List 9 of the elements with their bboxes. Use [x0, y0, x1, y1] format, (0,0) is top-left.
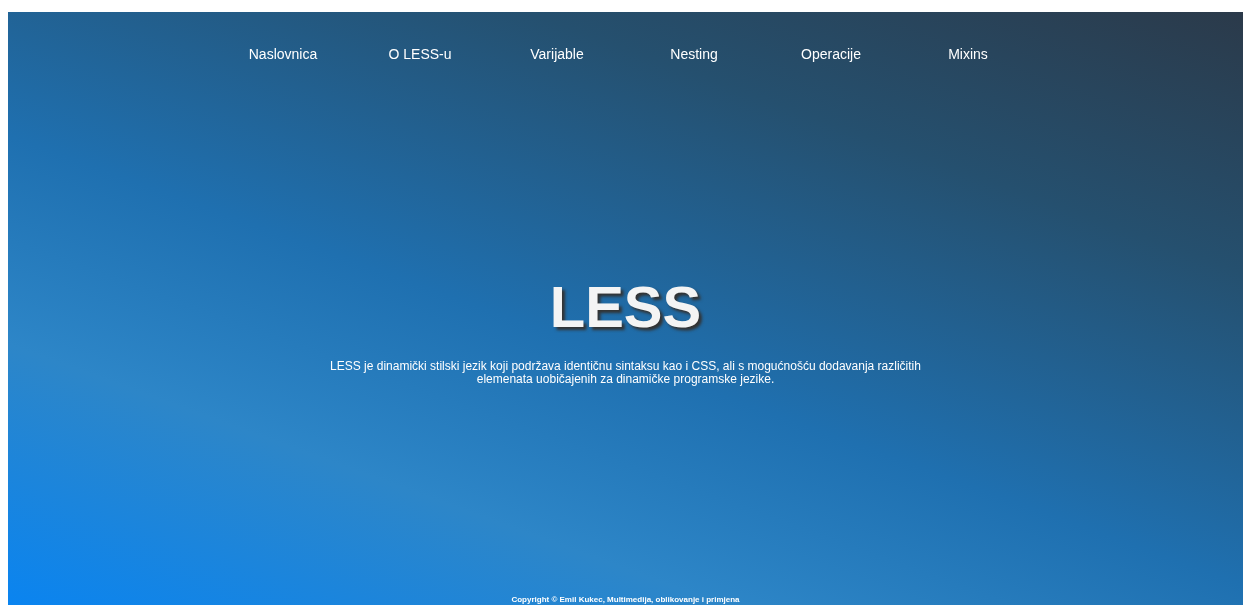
nav-link[interactable]: O LESS-u [351, 46, 489, 62]
nav-link[interactable]: Mixins [899, 46, 1037, 62]
nav-link[interactable]: Varijable [488, 46, 626, 62]
nav-link[interactable]: Naslovnica [214, 46, 352, 62]
copyright-text: Copyright © Emil Kukec, Multimedija, oblikovanje i primjena [511, 595, 740, 604]
hero-description: LESS je dinamički stilski jezik koji podržava identičnu sintaksu kao i CSS, ali s mogućnošću dodavanja različitih elemenata uobičajenih za dinamičke programske jezike. [329, 360, 922, 386]
nav-link[interactable]: Operacije [762, 46, 900, 62]
hero-title: LESS [549, 273, 702, 340]
nav-link[interactable]: Nesting [625, 46, 763, 62]
